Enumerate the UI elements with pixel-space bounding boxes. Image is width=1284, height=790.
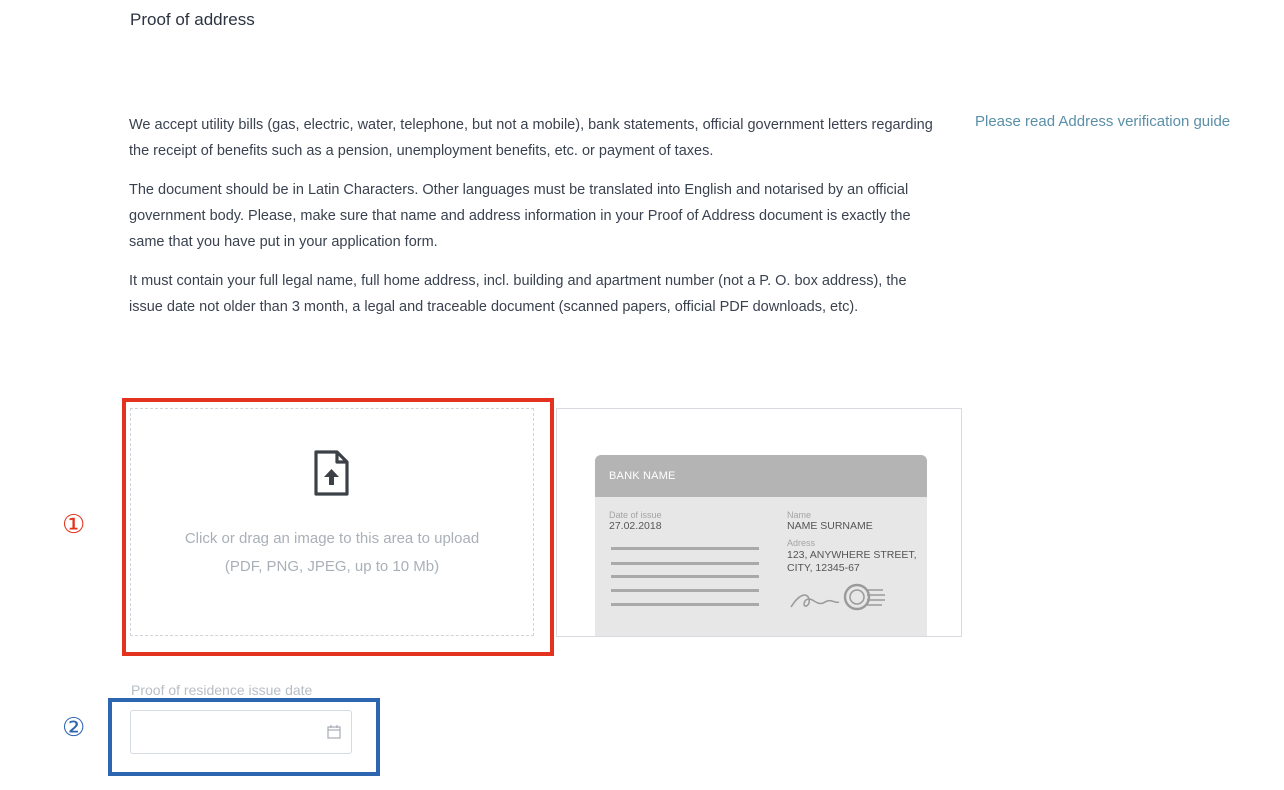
sample-text-line [611,547,759,550]
signature-stamp-icon [790,583,885,611]
address-verification-guide-link[interactable]: Please read Address verification guide [975,113,1230,130]
sample-text-line [611,562,759,565]
sample-date-value: 27.02.2018 [609,520,662,532]
upload-highlight-frame [122,398,554,656]
sample-document-preview: BANK NAME Date of issue 27.02.2018 Name … [556,408,962,637]
sample-address-line: 123, ANYWHERE STREET, [787,549,917,561]
sample-address-line: CITY, 12345-67 [787,562,860,574]
sample-name-value: NAME SURNAME [787,520,873,532]
issue-date-label: Proof of residence issue date [131,682,313,695]
description-paragraph: The document should be in Latin Characte… [129,182,911,250]
description: We accept utility bills (gas, electric, … [129,112,944,333]
date-field-highlight-frame [108,698,380,776]
sample-bank-statement: BANK NAME Date of issue 27.02.2018 Name … [595,455,927,636]
sample-date-label: Date of issue [609,510,662,520]
description-paragraph: We accept utility bills (gas, electric, … [129,117,933,159]
sample-address-label: Adress [787,538,816,548]
sample-text-line [611,575,759,578]
sample-name-label: Name [787,510,812,520]
step-marker-1: ① [62,510,86,540]
sample-text-line [611,589,759,592]
sample-bank-name: BANK NAME [595,455,927,497]
description-paragraph: It must contain your full legal name, fu… [129,273,907,315]
step-marker-2: ② [62,713,86,743]
sample-text-line [611,603,759,606]
section-title: Proof of address [130,10,255,29]
